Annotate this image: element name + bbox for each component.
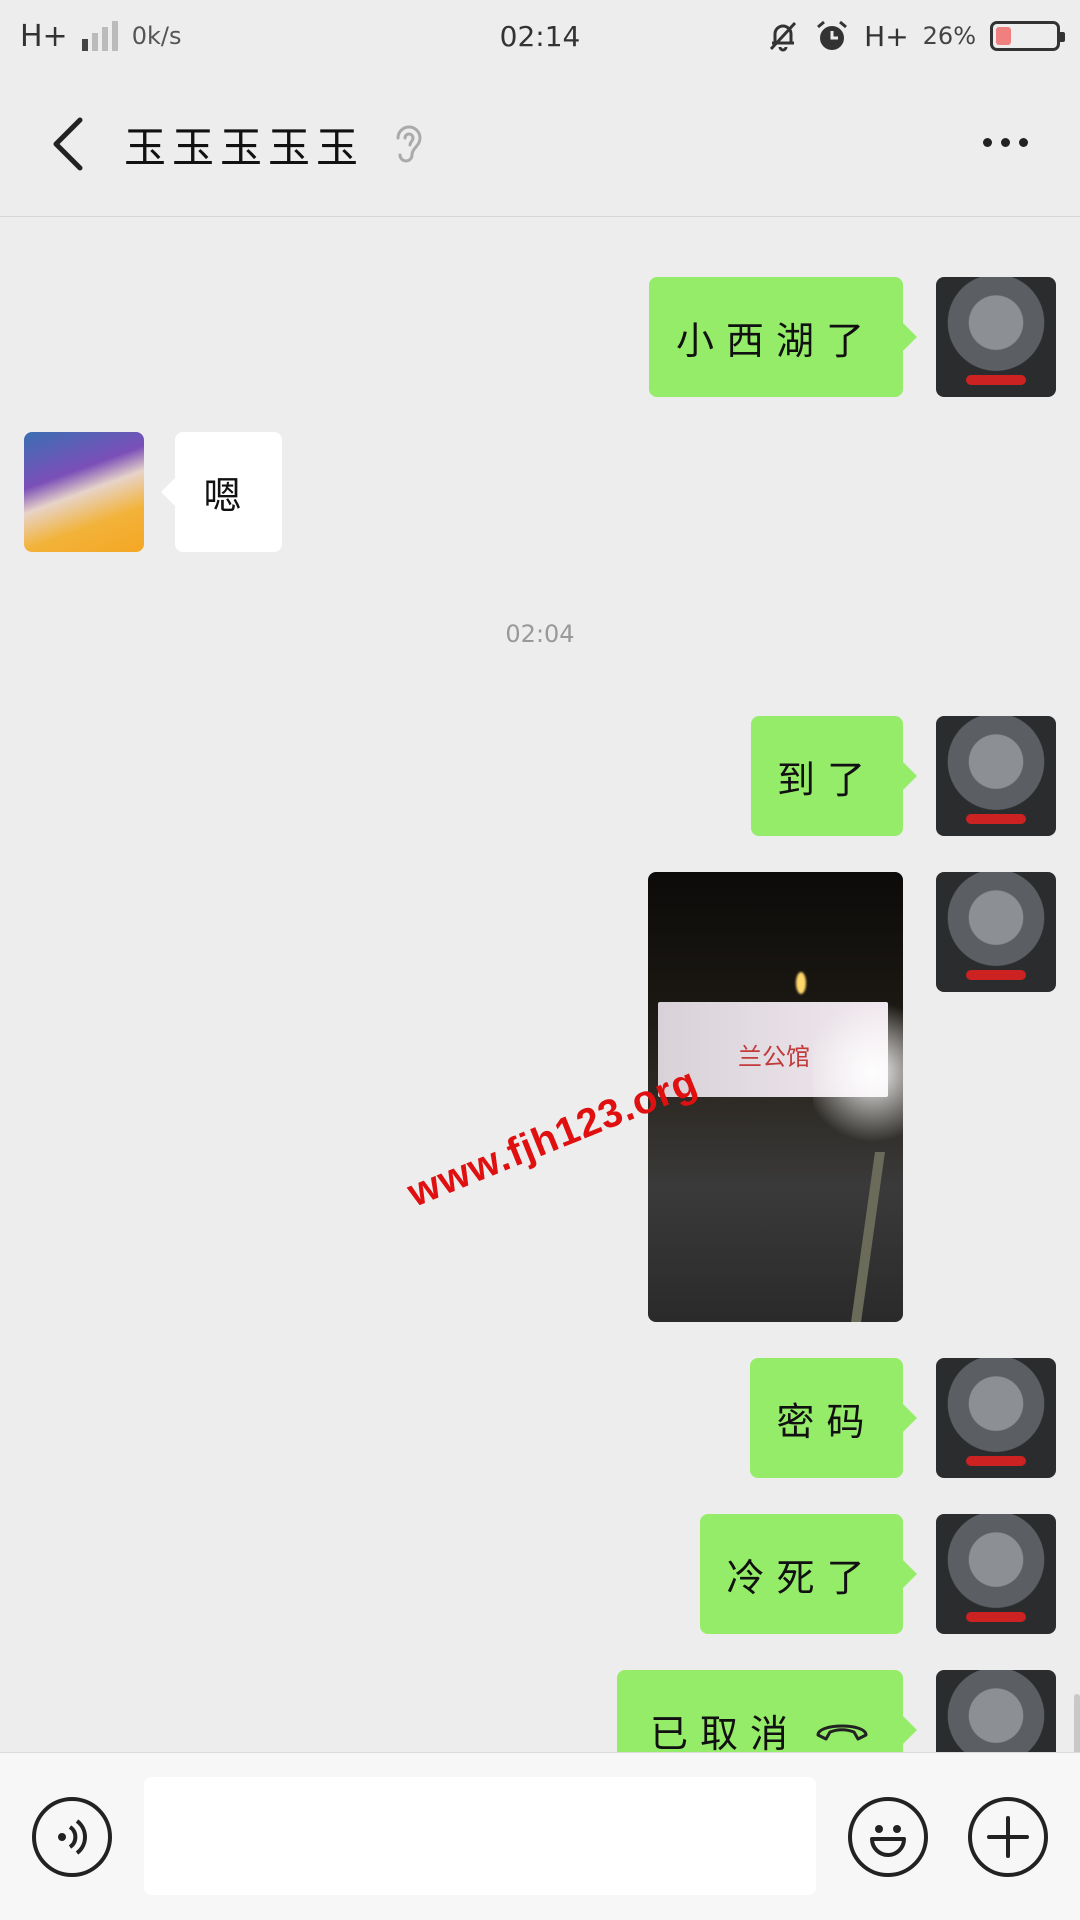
my-avatar[interactable] — [936, 1670, 1056, 1752]
more-icon — [982, 137, 992, 147]
call-cancelled-bubble[interactable]: 已取消 — [617, 1670, 917, 1753]
input-bar — [0, 1752, 1080, 1920]
message-bubble[interactable]: 小西湖了 — [649, 277, 917, 397]
message-text: 嗯 — [203, 473, 254, 518]
back-button[interactable] — [18, 94, 118, 194]
status-bar: H+ 0k/s 02:14 H+ 26% — [0, 0, 1080, 72]
bell-muted-icon — [770, 21, 797, 52]
message-bubble[interactable]: 到了 — [751, 716, 917, 836]
message-timestamp: 02:04 — [505, 620, 575, 648]
message-list[interactable]: 小西湖了 嗯 02:04 到了 兰公馆 www.fjh123.org 密码 冷死… — [0, 218, 1080, 1752]
emoji-icon — [870, 1825, 906, 1857]
back-icon — [53, 117, 83, 171]
message-text: 已取消 — [649, 1711, 800, 1753]
message-text: 冷死了 — [726, 1555, 877, 1600]
alarm-icon — [817, 20, 848, 50]
network-type: H+ — [20, 18, 68, 54]
emoji-button[interactable] — [848, 1797, 928, 1877]
chat-title: 玉玉玉玉玉 — [124, 122, 365, 172]
voice-button[interactable] — [32, 1797, 112, 1877]
chat-header: 玉玉玉玉玉 — [0, 72, 1080, 217]
plus-icon — [987, 1816, 1029, 1858]
voice-icon — [58, 1819, 87, 1855]
message-bubble[interactable]: 密码 — [750, 1358, 917, 1478]
hangup-icon — [816, 1724, 868, 1741]
network-speed: 0k/s — [131, 22, 182, 50]
contact-avatar[interactable] — [24, 432, 144, 552]
message-bubble[interactable]: 嗯 — [161, 432, 282, 552]
plus-button[interactable] — [968, 1797, 1048, 1877]
message-text: 到了 — [776, 757, 877, 802]
scrollbar[interactable] — [1074, 1694, 1080, 1752]
message-text: 小西湖了 — [675, 318, 876, 363]
battery-icon — [990, 21, 1065, 51]
message-bubble[interactable]: 冷死了 — [700, 1514, 917, 1634]
my-avatar[interactable] — [936, 716, 1056, 836]
message-text: 密码 — [776, 1399, 877, 1444]
signal-icon — [81, 21, 118, 51]
my-avatar[interactable] — [936, 1358, 1056, 1478]
ear-icon — [396, 125, 422, 163]
my-avatar[interactable] — [936, 277, 1056, 397]
battery-percent: 26% — [922, 22, 976, 50]
my-avatar[interactable] — [936, 872, 1056, 992]
message-input[interactable] — [144, 1777, 816, 1895]
my-avatar[interactable] — [936, 1514, 1056, 1634]
network-type-right: H+ — [864, 19, 909, 53]
more-button[interactable] — [970, 112, 1040, 172]
photo-sign-text: 兰公馆 — [738, 1043, 810, 1071]
